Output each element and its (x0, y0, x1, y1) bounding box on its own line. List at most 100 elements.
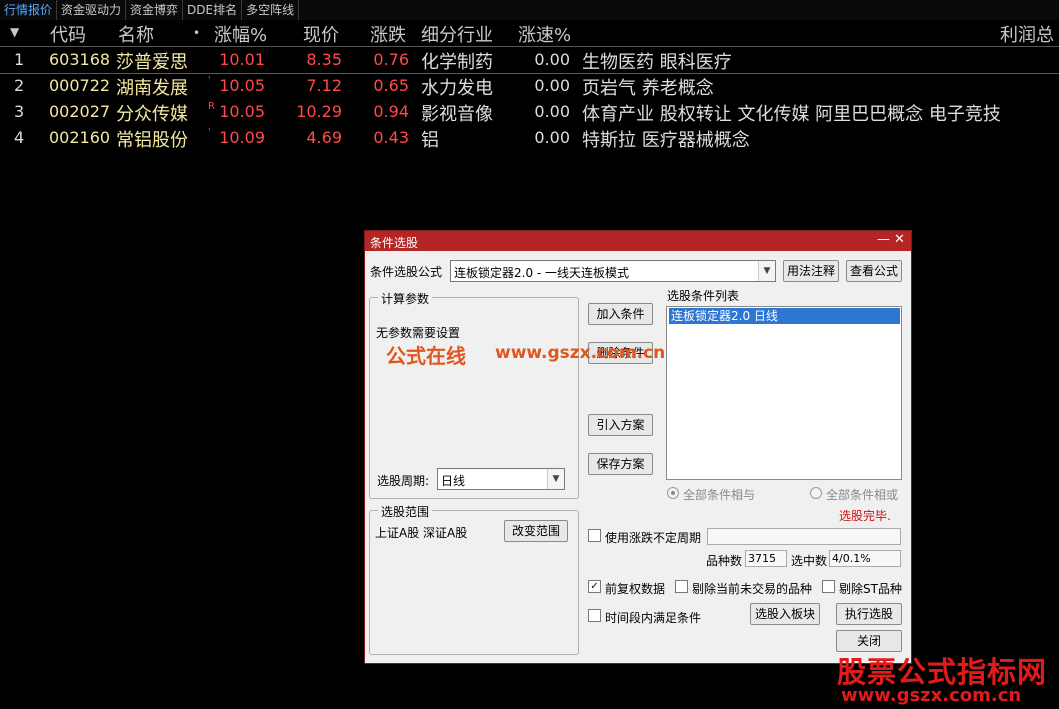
adjust-label: 前复权数据 (605, 582, 666, 596)
table-header: ▼ 代码 名称 • 涨幅% 现价 涨跌 细分行业 涨速% 利润总 (0, 20, 1059, 47)
table-row[interactable]: 4 002160 常铝股份 ' 10.09 4.69 0.43 铝 0.00 特… (0, 125, 1059, 151)
time-condition-checkbox[interactable] (588, 609, 601, 622)
header-chg[interactable]: 涨跌 (370, 21, 406, 47)
radio-and-label: 全部条件相与 (683, 488, 756, 502)
header-profit[interactable]: 利润总 (1000, 21, 1054, 47)
brand-logo: 股票公式指标网 www.gszx.com.cn (829, 645, 1059, 709)
period-select[interactable]: 日线 ▼ (437, 468, 565, 490)
header-name[interactable]: 名称 (118, 21, 154, 47)
import-plan-button[interactable]: 引入方案 (588, 414, 653, 436)
stock-code: 002160 (49, 128, 111, 147)
hit-label: 选中数 (791, 554, 828, 568)
industry: 水力发电 (421, 78, 493, 99)
params-text: 无参数需要设置 (376, 326, 461, 340)
row-index: 2 (14, 76, 25, 95)
formula-value: 连板锁定器2.0 - 一线天连板模式 (454, 266, 630, 280)
change-pct: 10.05 (219, 102, 265, 121)
stock-flag: ' (208, 75, 211, 86)
use-period-checkbox[interactable] (588, 529, 601, 542)
status-text: 选股完毕. (839, 509, 891, 523)
price: 7.12 (306, 76, 342, 95)
table-row[interactable]: 1 603168 莎普爱思 10.01 8.35 0.76 化学制药 0.00 … (0, 47, 1059, 74)
speed: 0.00 (534, 50, 570, 69)
speed: 0.00 (534, 76, 570, 95)
close-icon[interactable]: ✕ (894, 232, 905, 247)
variety-label: 品种数 (706, 554, 743, 568)
tab-dde-rank[interactable]: DDE排名 (183, 0, 243, 20)
exclude-notrade-label: 剔除当前未交易的品种 (692, 582, 813, 596)
top-tab-bar: 行情报价 资金驱动力 资金博弈 DDE排名 多空阵线 (0, 0, 1059, 21)
stock-name: 常铝股份 (116, 130, 188, 151)
scope-group: 选股范围 上证A股 深证A股 改变范围 (369, 503, 579, 655)
to-block-button[interactable]: 选股入板块 (750, 603, 820, 625)
stock-flag: R (208, 101, 215, 112)
chevron-down-icon[interactable]: ▼ (758, 261, 775, 281)
condition-list[interactable]: 连板锁定器2.0 日线 (666, 306, 902, 480)
exclude-notrade-checkbox[interactable] (675, 580, 688, 593)
header-speed[interactable]: 涨速% (518, 21, 571, 47)
header-industry[interactable]: 细分行业 (421, 21, 493, 47)
scope-group-caption: 选股范围 (378, 503, 433, 520)
price: 10.29 (296, 102, 342, 121)
column-menu-icon[interactable]: ▼ (10, 25, 19, 39)
concepts: 特斯拉 医疗器械概念 (582, 130, 750, 151)
scope-text: 上证A股 深证A股 (375, 526, 468, 540)
table-row[interactable]: 2 000722 湖南发展 ' 10.05 7.12 0.65 水力发电 0.0… (0, 73, 1059, 99)
industry: 化学制药 (421, 52, 493, 73)
change-pct: 10.09 (219, 128, 265, 147)
tab-quotes[interactable]: 行情报价 (0, 0, 58, 20)
row-index: 1 (14, 50, 25, 69)
exclude-st-checkbox[interactable] (822, 580, 835, 593)
hit-value: 4/0.1% (832, 552, 871, 565)
speed: 0.00 (534, 102, 570, 121)
formula-label: 条件选股公式 (370, 265, 443, 279)
price: 4.69 (306, 128, 342, 147)
save-plan-button[interactable]: 保存方案 (588, 453, 653, 475)
period-label: 选股周期: (377, 474, 430, 488)
usage-notes-button[interactable]: 用法注释 (783, 260, 839, 282)
header-code[interactable]: 代码 (50, 21, 86, 47)
formula-select[interactable]: 连板锁定器2.0 - 一线天连板模式 ▼ (450, 260, 776, 282)
stock-name: 分众传媒 (116, 104, 188, 125)
params-group-caption: 计算参数 (378, 290, 433, 307)
header-pct[interactable]: 涨幅% (214, 21, 267, 47)
exclude-st-label: 剔除ST品种 (839, 582, 902, 596)
stock-name: 湖南发展 (116, 78, 188, 99)
view-formula-button[interactable]: 查看公式 (846, 260, 902, 282)
radio-or-label: 全部条件相或 (826, 488, 899, 502)
industry: 铝 (421, 130, 439, 151)
chevron-down-icon[interactable]: ▼ (547, 469, 564, 489)
change: 0.65 (373, 76, 409, 95)
radio-and[interactable] (667, 487, 679, 499)
speed: 0.00 (534, 128, 570, 147)
list-item[interactable]: 连板锁定器2.0 日线 (669, 308, 900, 324)
row-index: 4 (14, 128, 25, 147)
tab-long-short[interactable]: 多空阵线 (242, 0, 300, 20)
period-value: 日线 (441, 474, 466, 488)
concepts: 生物医药 眼科医疗 (582, 52, 732, 73)
brand-url: www.gszx.com.cn (841, 685, 1022, 706)
radio-or[interactable] (810, 487, 822, 499)
condition-select-dialog: 条件选股 — ✕ 条件选股公式 连板锁定器2.0 - 一线天连板模式 ▼ 用法注… (364, 230, 912, 664)
header-price[interactable]: 现价 (303, 21, 339, 47)
adjust-checkbox[interactable]: ✓ (588, 580, 601, 593)
add-condition-button[interactable]: 加入条件 (588, 303, 653, 325)
change: 0.76 (373, 50, 409, 69)
stock-code: 002027 (49, 102, 111, 121)
variety-value: 3715 (748, 552, 776, 565)
dialog-titlebar[interactable]: 条件选股 — ✕ (365, 231, 911, 251)
period-progress (707, 528, 901, 545)
watermark-url: www.gszx.com.cn (495, 343, 666, 363)
change: 0.94 (373, 102, 409, 121)
minimize-icon[interactable]: — (877, 232, 890, 247)
price: 8.35 (306, 50, 342, 69)
change: 0.43 (373, 128, 409, 147)
execute-button[interactable]: 执行选股 (836, 603, 902, 625)
change-scope-button[interactable]: 改变范围 (504, 520, 568, 542)
watermark-text: 公式在线 (386, 344, 466, 368)
tab-fund-drive[interactable]: 资金驱动力 (57, 0, 127, 20)
table-row[interactable]: 3 002027 分众传媒 R 10.05 10.29 0.94 影视音像 0.… (0, 99, 1059, 125)
change-pct: 10.05 (219, 76, 265, 95)
stock-code: 000722 (49, 76, 111, 95)
tab-fund-game[interactable]: 资金博弈 (126, 0, 184, 20)
